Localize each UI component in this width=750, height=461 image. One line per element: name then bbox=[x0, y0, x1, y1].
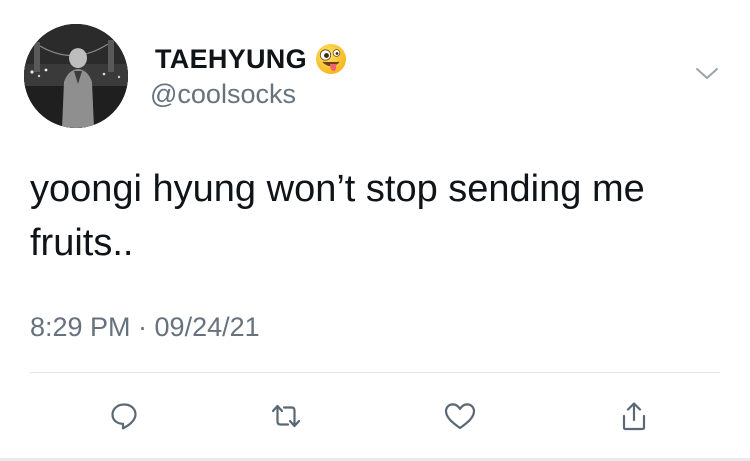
retweet-icon bbox=[271, 404, 301, 428]
like-button[interactable] bbox=[440, 396, 480, 436]
zany-face-emoji-icon bbox=[315, 43, 347, 75]
tweet-text: yoongi hyung won’t stop sending me fruit… bbox=[30, 168, 656, 264]
retweet-button[interactable] bbox=[266, 396, 306, 436]
share-icon bbox=[622, 402, 646, 431]
display-name-row: TAEHYUNG bbox=[155, 42, 347, 76]
comment-icon bbox=[111, 403, 137, 430]
display-name[interactable]: TAEHYUNG bbox=[155, 44, 307, 75]
avatar-photo bbox=[24, 24, 128, 128]
avatar[interactable] bbox=[24, 24, 128, 128]
heart-icon bbox=[444, 403, 476, 430]
more-options-chevron-down-icon[interactable] bbox=[694, 64, 720, 84]
reply-button[interactable] bbox=[104, 396, 144, 436]
timestamp[interactable]: 8:29 PM · 09/24/21 bbox=[30, 312, 260, 343]
handle[interactable]: @coolsocks bbox=[150, 79, 296, 110]
divider bbox=[30, 372, 720, 373]
share-button[interactable] bbox=[614, 396, 654, 436]
